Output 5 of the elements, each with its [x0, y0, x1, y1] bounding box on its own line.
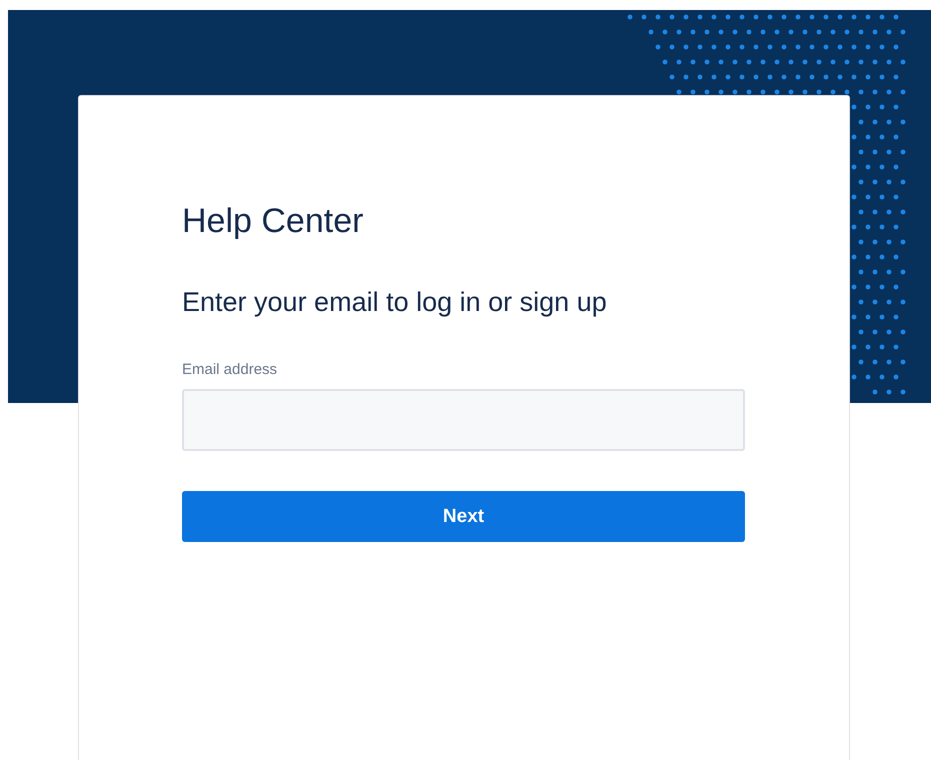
login-heading: Enter your email to log in or sign up [182, 286, 608, 319]
page-title: Help Center [182, 201, 364, 241]
field-label: Email address [182, 361, 278, 379]
next-button[interactable]: Next [182, 491, 745, 542]
email-field[interactable] [182, 389, 745, 451]
